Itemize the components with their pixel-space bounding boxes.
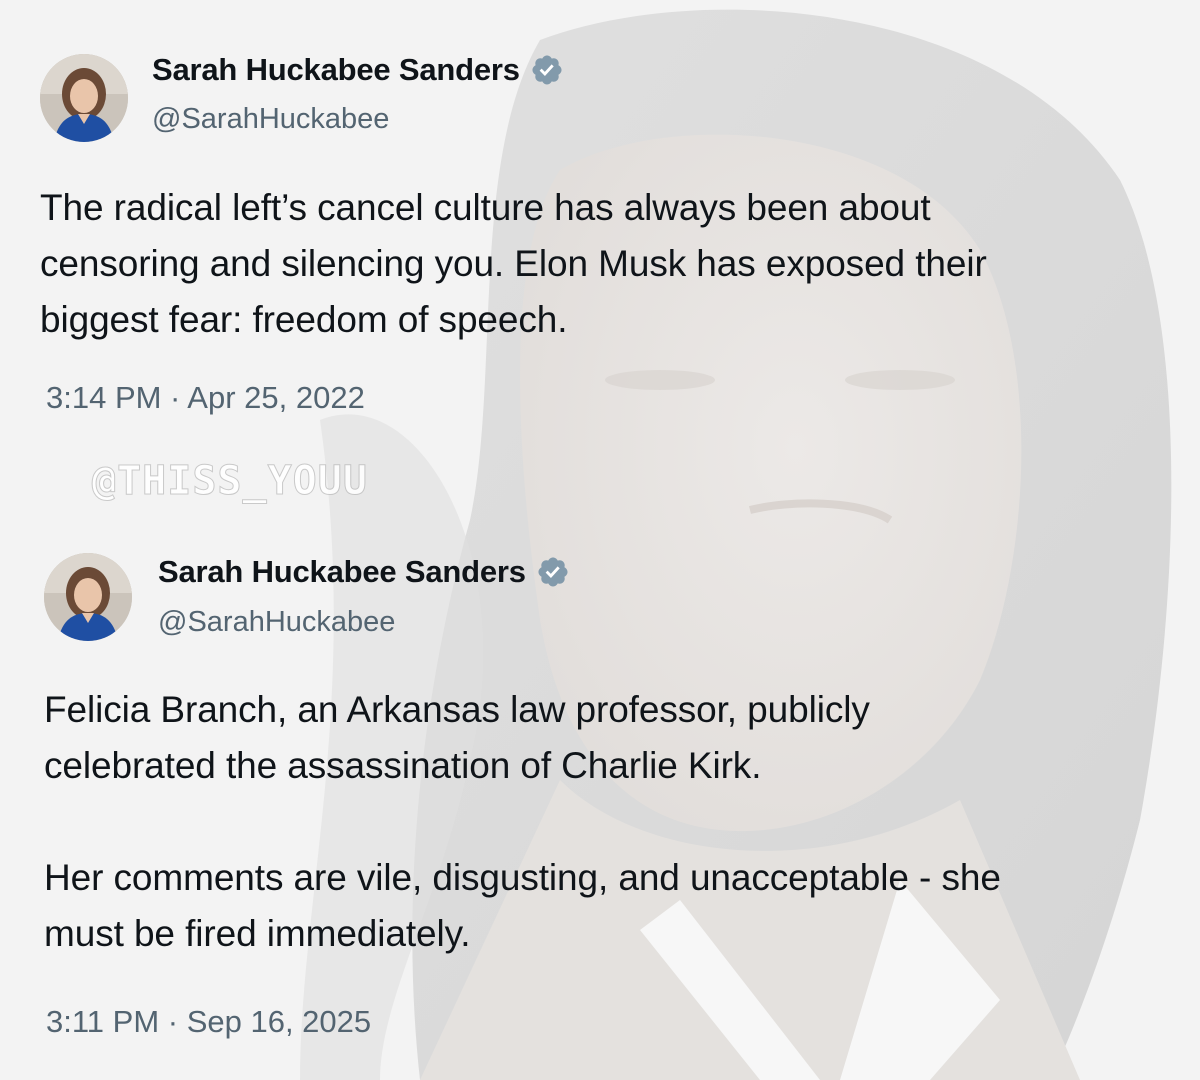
avatar[interactable] — [40, 54, 128, 142]
author-name-row: Sarah Huckabee Sanders — [152, 52, 564, 88]
author-display-name[interactable]: Sarah Huckabee Sanders — [152, 52, 520, 88]
author-display-name[interactable]: Sarah Huckabee Sanders — [158, 554, 526, 590]
tweet-text: The radical left’s cancel culture has al… — [40, 187, 987, 340]
avatar-image — [44, 553, 132, 641]
verified-badge-icon — [530, 53, 564, 87]
tweet-timestamp[interactable]: 3:14 PM · Apr 25, 2022 — [46, 380, 365, 416]
watermark: @THISS_YOUU — [92, 458, 368, 505]
verified-badge-icon — [536, 555, 570, 589]
author-name-row: Sarah Huckabee Sanders — [158, 554, 570, 590]
avatar-image — [40, 54, 128, 142]
tweet-timestamp[interactable]: 3:11 PM · Sep 16, 2025 — [46, 1004, 371, 1040]
author-handle[interactable]: @SarahHuckabee — [158, 606, 395, 639]
tweet-text: Felicia Branch, an Arkansas law professo… — [44, 689, 1001, 954]
avatar[interactable] — [44, 553, 132, 641]
author-handle[interactable]: @SarahHuckabee — [152, 103, 389, 136]
